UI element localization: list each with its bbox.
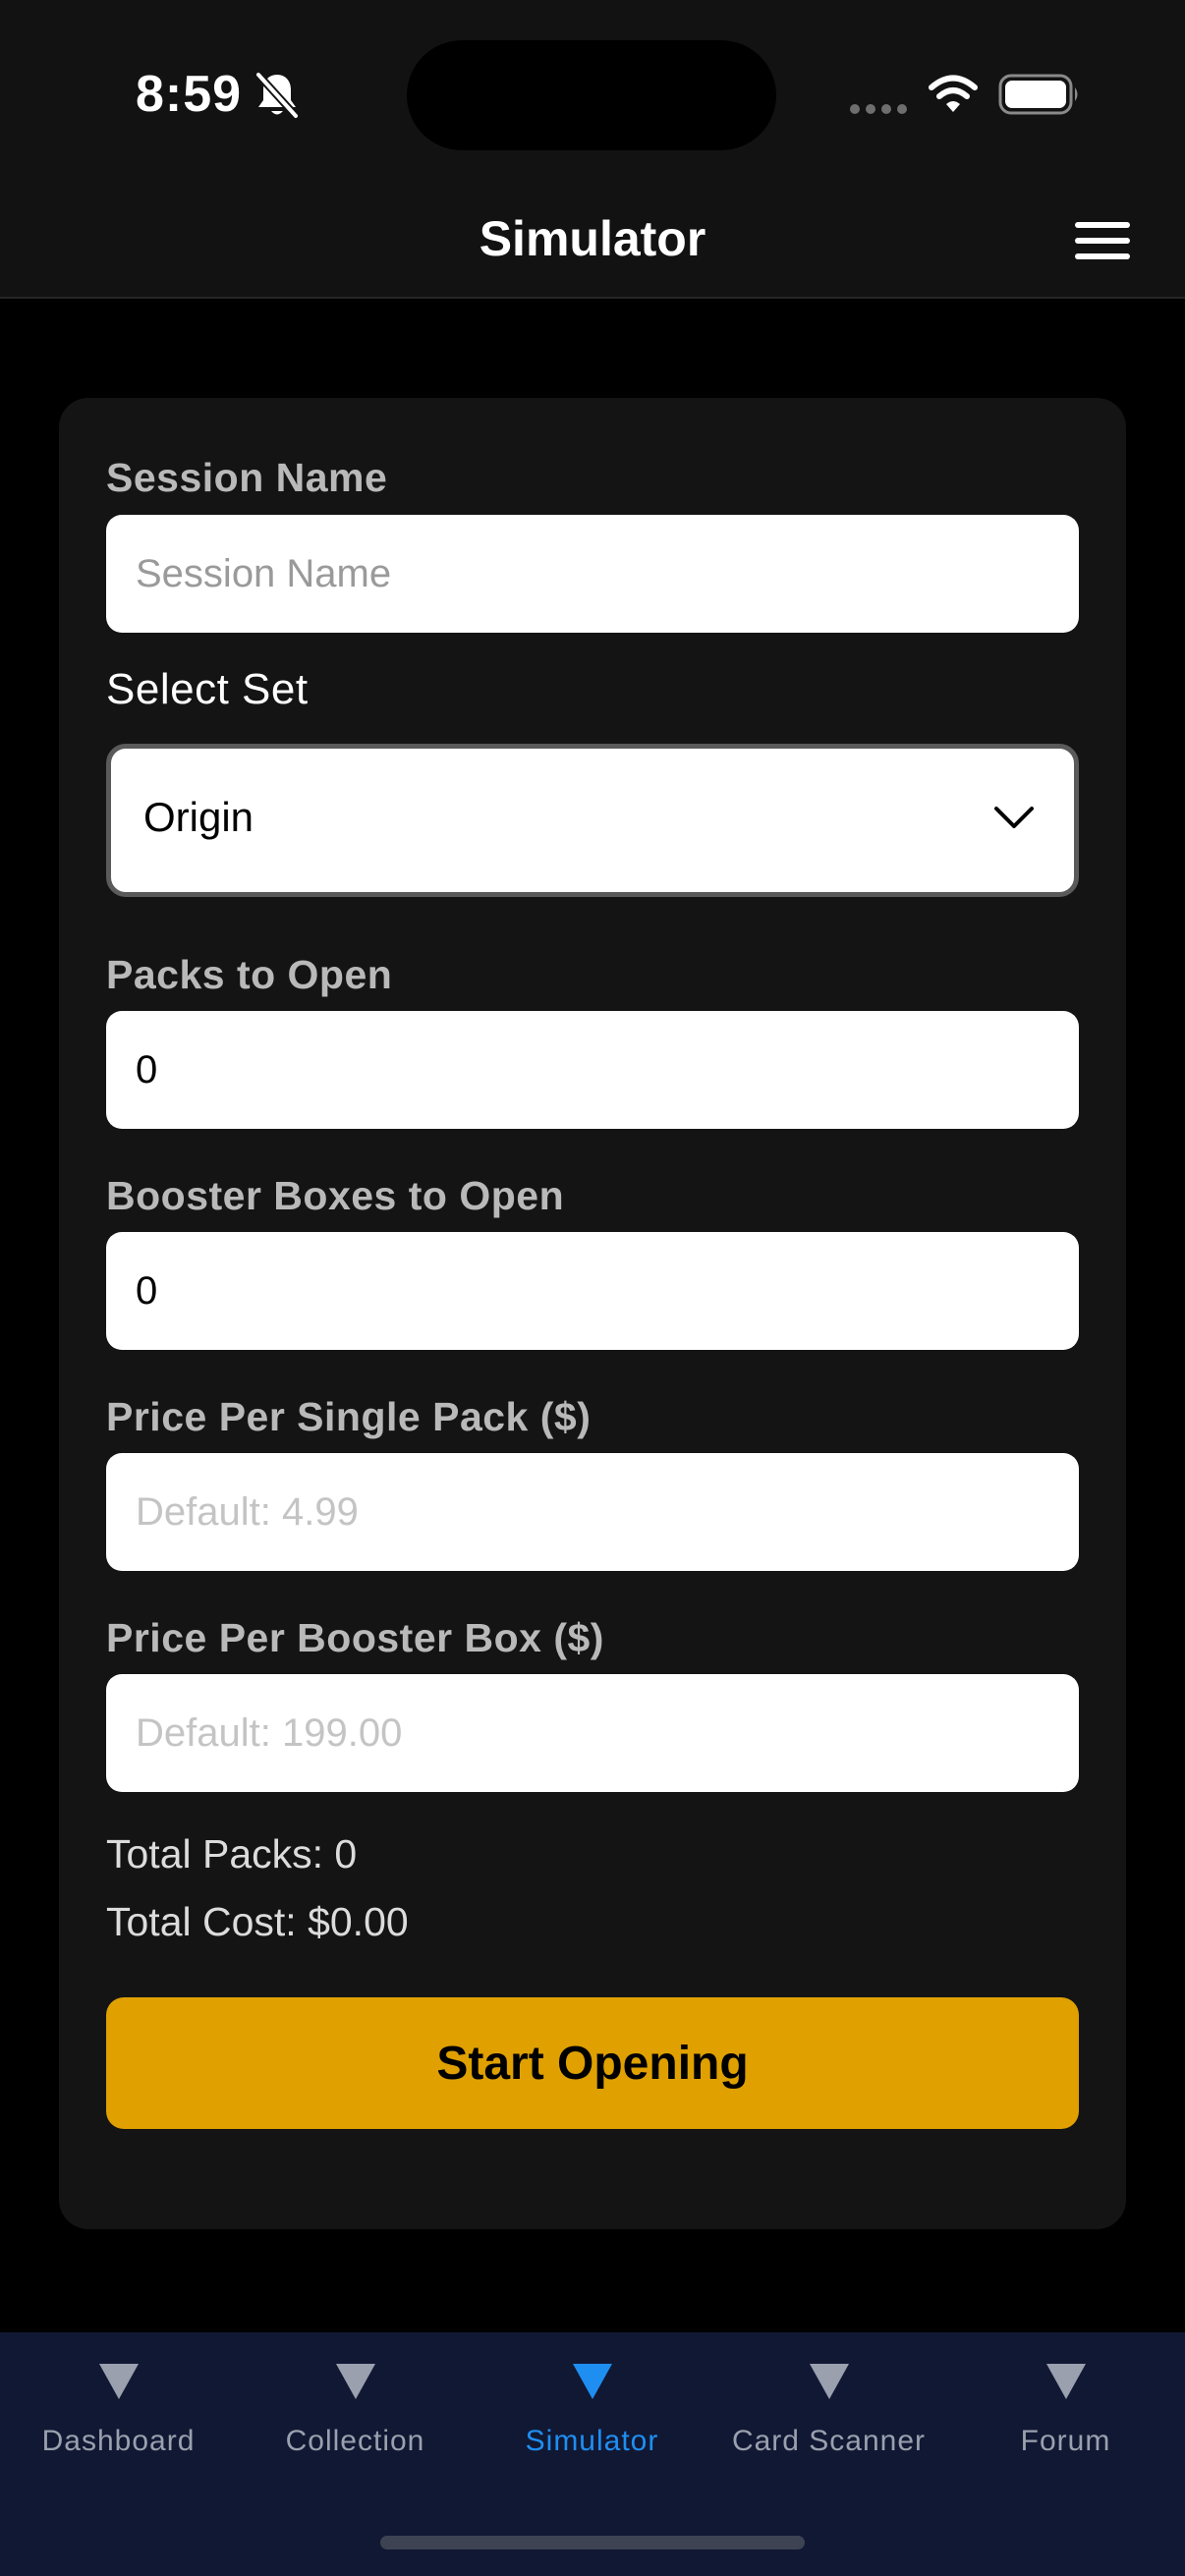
- home-indicator[interactable]: [380, 2536, 805, 2549]
- packs-to-open-input[interactable]: [106, 1011, 1079, 1129]
- wifi-icon: [929, 75, 978, 112]
- booster-boxes-input[interactable]: [106, 1232, 1079, 1350]
- booster-boxes-label: Booster Boxes to Open: [106, 1173, 565, 1218]
- status-time: 8:59: [136, 66, 243, 123]
- triangle-down-icon: [809, 2364, 849, 2399]
- triangle-down-icon: [335, 2364, 375, 2399]
- tab-collection[interactable]: Collection: [237, 2362, 474, 2480]
- set-select-value: Origin: [143, 794, 254, 840]
- tab-label: Simulator: [525, 2425, 659, 2457]
- tab-forum[interactable]: Forum: [947, 2362, 1184, 2480]
- tab-simulator[interactable]: Simulator: [474, 2362, 710, 2480]
- set-select-dropdown[interactable]: Origin: [106, 744, 1079, 897]
- page-title: Simulator: [479, 211, 706, 266]
- price-per-box-label: Price Per Booster Box ($): [106, 1615, 604, 1660]
- tab-label: Card Scanner: [731, 2425, 927, 2457]
- select-set-label: Select Set: [106, 665, 309, 713]
- tab-label: Dashboard: [41, 2425, 196, 2457]
- packs-to-open-label: Packs to Open: [106, 952, 393, 997]
- tab-label: Collection: [285, 2425, 425, 2457]
- battery-icon: [998, 74, 1078, 115]
- simulator-form-card: Session Name Select Set Origin Packs to …: [59, 398, 1126, 2229]
- tab-label: Forum: [1020, 2425, 1111, 2457]
- price-per-pack-label: Price Per Single Pack ($): [106, 1394, 592, 1439]
- triangle-down-icon: [572, 2364, 612, 2399]
- triangle-down-icon: [98, 2364, 139, 2399]
- price-per-pack-input[interactable]: [106, 1453, 1079, 1571]
- cellular-signal-icon: [850, 104, 907, 114]
- price-per-box-input[interactable]: [106, 1674, 1079, 1792]
- session-name-input[interactable]: [106, 515, 1079, 633]
- chevron-down-icon: [994, 807, 1034, 828]
- total-packs-text: Total Packs: 0: [106, 1831, 358, 1876]
- bell-muted-icon: [255, 72, 299, 119]
- total-cost-text: Total Cost: $0.00: [106, 1899, 409, 1944]
- status-bar: 8:59: [0, 0, 1185, 187]
- tab-dashboard[interactable]: Dashboard: [0, 2362, 237, 2480]
- start-opening-button[interactable]: Start Opening: [106, 1997, 1079, 2129]
- dynamic-island: [407, 40, 776, 150]
- tab-card-scanner[interactable]: Card Scanner: [710, 2362, 947, 2480]
- hamburger-menu-icon[interactable]: [1075, 218, 1134, 263]
- session-name-label: Session Name: [106, 455, 388, 500]
- triangle-down-icon: [1045, 2364, 1086, 2399]
- nav-header: Simulator: [0, 187, 1185, 299]
